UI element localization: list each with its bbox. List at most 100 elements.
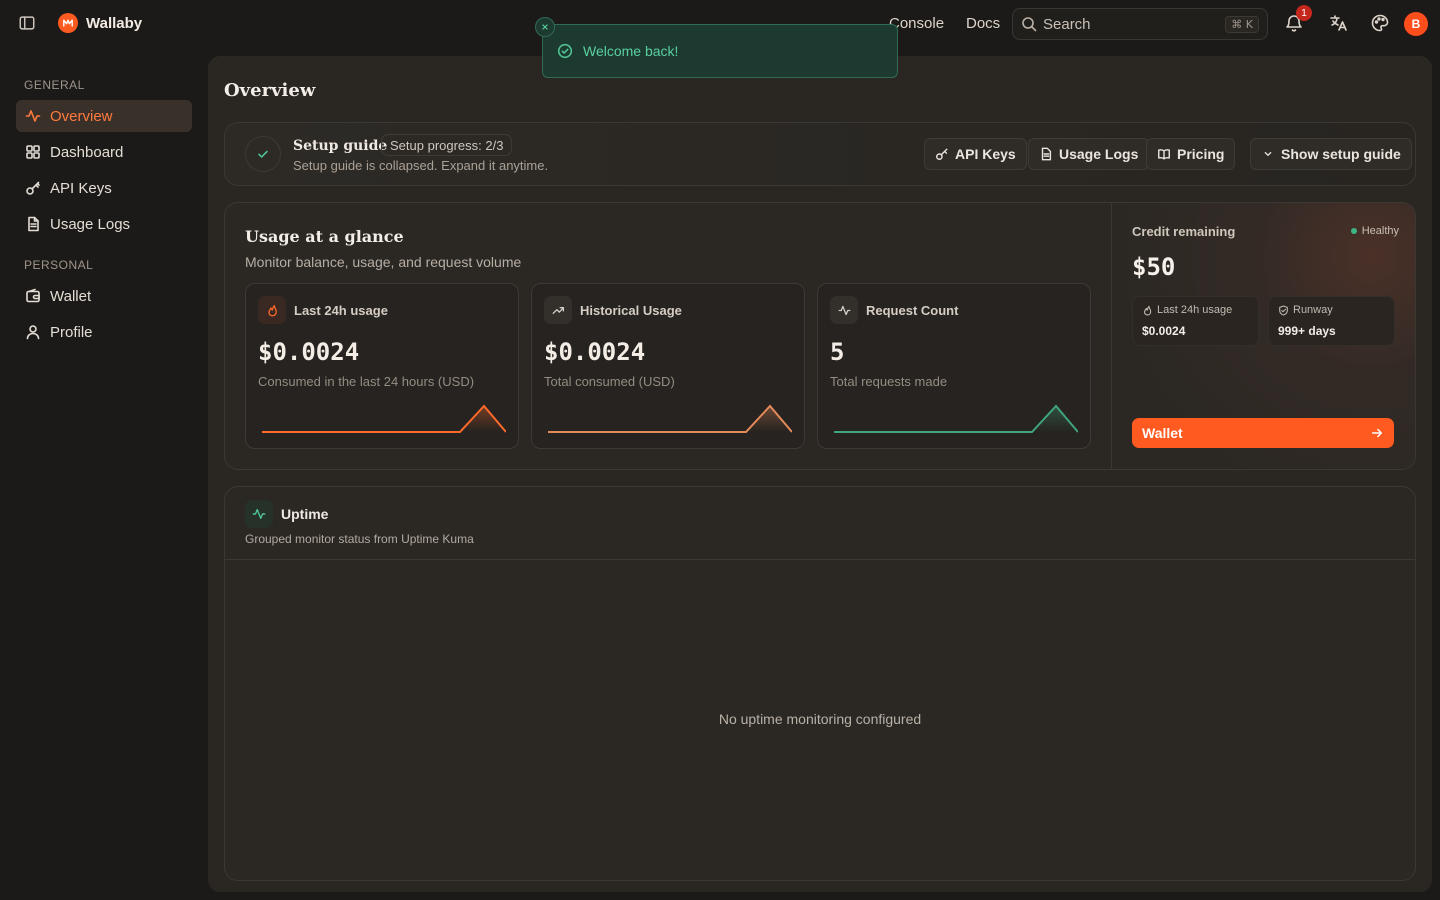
search-input[interactable]: Search ⌘ K [1012,8,1268,40]
sidebar-item-wallet[interactable]: Wallet [16,280,192,312]
usage-subtitle: Monitor balance, usage, and request volu… [245,254,522,270]
search-shortcut: ⌘ K [1225,15,1259,33]
uptime-title: Uptime [281,506,329,522]
close-icon [542,24,548,30]
setup-complete-icon [245,136,281,172]
palette-icon [1371,14,1389,32]
sparkline-chart [548,404,792,433]
activity-icon [25,110,41,122]
sidebar-item-dashboard[interactable]: Dashboard [16,136,192,168]
sidebar-item-label: API Keys [50,179,112,197]
toast-message: Welcome back! [583,43,679,59]
notification-badge: 1 [1296,5,1312,21]
mini-value: 999+ days [1278,324,1336,338]
notifications-button[interactable]: 1 [1284,5,1312,35]
search-icon [1022,17,1037,32]
trending-up-icon [544,296,572,324]
docs-link[interactable]: Docs [966,15,1000,32]
brand-logo-icon [58,13,78,33]
button-label: Usage Logs [1059,146,1139,162]
key-icon [936,148,948,160]
stat-description: Total consumed (USD) [544,374,675,389]
translate-icon [1330,15,1347,31]
uptime-subtitle: Grouped monitor status from Uptime Kuma [245,532,474,546]
uptime-card: Uptime Grouped monitor status from Uptim… [224,486,1416,881]
document-icon [28,216,39,232]
divider [225,559,1415,560]
user-icon [26,325,40,340]
button-label: Pricing [1177,146,1225,162]
stat-card-last-24h: Last 24h usage $0.0024 Consumed in the l… [245,283,519,449]
main-panel: Overview Setup guide Setup progress: 2/3… [208,56,1432,892]
setup-api-keys-button[interactable]: API Keys [924,138,1027,170]
flame-icon [1143,305,1152,316]
setup-progress-badge: Setup progress: 2/3 [381,134,513,156]
sidebar-toggle-icon[interactable] [18,14,38,34]
key-icon [26,181,40,195]
wallet-button-label: Wallet [1142,425,1183,441]
document-icon [1041,147,1052,161]
welcome-toast: Welcome back! [535,17,898,78]
language-button[interactable] [1328,13,1350,35]
sidebar-item-label: Profile [50,323,93,341]
arrow-right-icon [1371,428,1383,438]
dashboard-grid-icon [26,145,40,159]
usage-title: Usage at a glance [245,227,404,246]
sidebar: GENERAL Overview Dashboard API Keys Usag… [0,48,208,900]
credit-status-label: Healthy [1361,225,1399,237]
stat-value: 5 [830,338,845,366]
credit-label: Credit remaining [1132,224,1236,239]
mini-label-text: Runway [1293,304,1333,316]
mini-value: $0.0024 [1142,324,1186,338]
setup-guide-subtitle: Setup guide is collapsed. Expand it anyt… [293,158,549,173]
sidebar-item-usage-logs[interactable]: Usage Logs [16,208,192,240]
toast-close-button[interactable] [535,17,555,37]
stat-description: Total requests made [830,374,948,389]
stat-card-request-count: Request Count 5 Total requests made [817,283,1091,449]
sidebar-item-label: Wallet [50,287,92,305]
wallet-button[interactable]: Wallet [1132,418,1394,448]
avatar[interactable]: B [1404,12,1428,36]
brand-name: Wallaby [86,14,143,32]
setup-pricing-button[interactable]: Pricing [1146,138,1236,170]
show-setup-guide-button[interactable]: Show setup guide [1250,138,1412,170]
book-icon [1158,149,1170,160]
shield-check-icon [1279,304,1288,316]
page-title: Overview [224,80,316,101]
stat-description: Consumed in the last 24 hours (USD) [258,374,475,389]
stat-value: $0.0024 [258,338,360,366]
chevron-down-icon [1264,151,1272,157]
setup-guide-card: Setup guide Setup progress: 2/3 Setup gu… [224,122,1416,186]
sidebar-item-label: Usage Logs [50,215,131,233]
sidebar-item-label: Overview [50,107,113,125]
sparkline-chart [262,404,506,433]
credit-value: $50 [1132,253,1176,281]
mini-label-text: Last 24h usage [1157,304,1233,316]
stat-label: Last 24h usage [294,303,388,318]
uptime-empty-state: No uptime monitoring configured [718,711,922,727]
theme-button[interactable] [1370,13,1392,35]
brand[interactable]: Wallaby [58,13,142,33]
sidebar-item-label: Dashboard [50,143,124,161]
stat-label: Historical Usage [580,303,682,318]
usage-card: Usage at a glance Monitor balance, usage… [224,202,1416,470]
stat-card-historical: Historical Usage $0.0024 Total consumed … [531,283,805,449]
sidebar-item-api-keys[interactable]: API Keys [16,172,192,204]
activity-icon [245,500,273,528]
activity-icon [830,296,858,324]
flame-icon [258,296,286,324]
setup-guide-title: Setup guide [293,138,388,154]
sidebar-item-profile[interactable]: Profile [16,316,192,348]
credit-last-24h: Last 24h usage $0.0024 [1132,296,1259,346]
sparkline-chart [834,404,1078,433]
check-circle-icon [557,43,573,59]
sidebar-group-general: GENERAL [24,78,85,92]
stat-label: Request Count [866,303,959,318]
sidebar-item-overview[interactable]: Overview [16,100,192,132]
button-label: API Keys [955,146,1016,162]
search-placeholder: Search [1043,15,1091,33]
credit-runway: Runway 999+ days [1268,296,1395,346]
stat-value: $0.0024 [544,338,646,366]
sidebar-group-personal: PERSONAL [24,258,94,272]
setup-usage-logs-button[interactable]: Usage Logs [1028,138,1150,170]
